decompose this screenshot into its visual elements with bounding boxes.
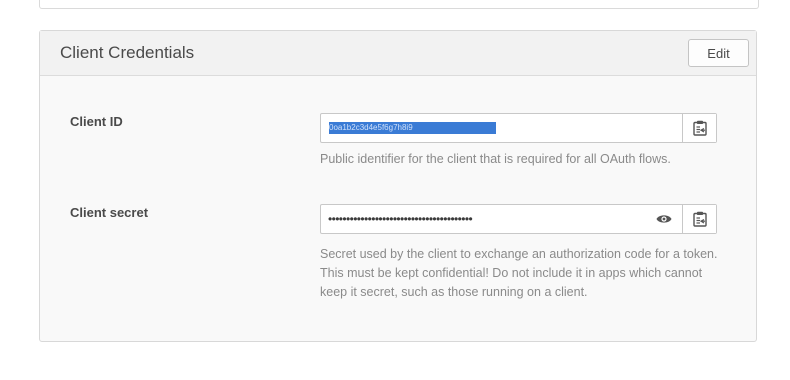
client-id-label: Client ID (70, 114, 123, 129)
reveal-secret-button[interactable] (654, 205, 674, 233)
client-credentials-panel: Client Credentials Edit Client ID 0oa1b2… (39, 30, 757, 342)
client-secret-label: Client secret (70, 205, 149, 220)
client-secret-help: Secret used by the client to exchange an… (320, 247, 718, 299)
panel-title: Client Credentials (60, 43, 195, 62)
clipboard-icon (692, 211, 707, 227)
client-secret-field[interactable]: •••••••••••••••••••••••••••••••••••••••• (320, 204, 717, 234)
copy-client-id-button[interactable] (682, 114, 716, 142)
edit-button[interactable]: Edit (688, 39, 749, 67)
copy-client-secret-button[interactable] (682, 205, 716, 233)
eye-icon (656, 215, 672, 223)
client-id-value-selected[interactable]: 0oa1b2c3d4e5f6g7h8i9 (329, 122, 496, 134)
previous-panel-bottom (39, 0, 759, 9)
client-secret-value[interactable]: •••••••••••••••••••••••••••••••••••••••• (328, 205, 473, 233)
client-id-help: Public identifier for the client that is… (320, 152, 671, 166)
clipboard-icon (692, 120, 707, 136)
client-id-field[interactable]: 0oa1b2c3d4e5f6g7h8i9 (320, 113, 717, 143)
panel-header: Client Credentials Edit (40, 31, 756, 76)
